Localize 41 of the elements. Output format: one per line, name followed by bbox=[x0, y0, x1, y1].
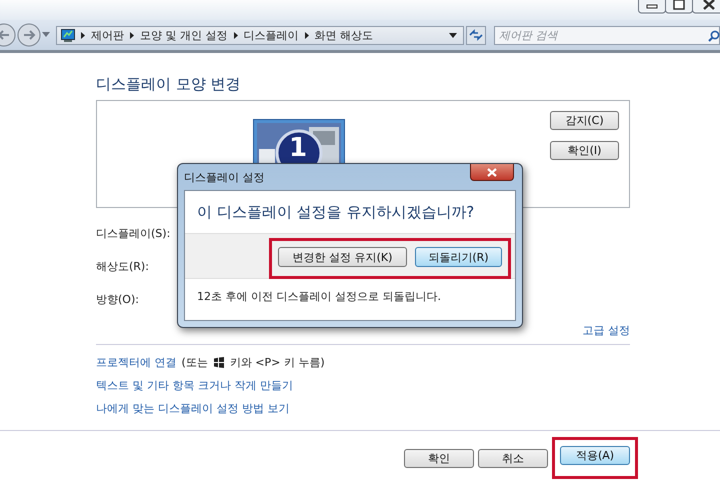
refresh-button[interactable] bbox=[466, 26, 486, 44]
breadcrumb-item[interactable]: 모양 및 개인 설정 bbox=[140, 28, 228, 42]
windows-logo-icon bbox=[212, 357, 225, 368]
close-icon bbox=[487, 168, 497, 176]
footer-button[interactable]: 적용(A) bbox=[560, 446, 630, 465]
preview-button[interactable]: 확인(I) bbox=[550, 141, 619, 160]
chevron-icon bbox=[81, 32, 85, 38]
chevron-icon bbox=[304, 32, 308, 38]
breadcrumb-item[interactable]: 화면 해상도 bbox=[314, 28, 373, 42]
note-text: 키와 <P> 키 누름) bbox=[230, 355, 325, 370]
footer-button[interactable]: 취소 bbox=[478, 448, 548, 468]
field-label: 해상도(R): bbox=[96, 259, 149, 274]
dialog-button[interactable]: 되돌리기(R) bbox=[415, 247, 502, 267]
search-icon[interactable] bbox=[708, 30, 720, 42]
field-label: 디스플레이(S): bbox=[96, 226, 170, 241]
breadcrumb-item[interactable]: 디스플레이 bbox=[244, 28, 298, 42]
countdown-text: 12초 후에 이전 디스플레이 설정으로 되돌립니다. bbox=[196, 289, 442, 304]
chevron-icon bbox=[234, 32, 238, 38]
preview-button[interactable]: 감지(C) bbox=[550, 111, 619, 130]
minimize-icon[interactable] bbox=[638, 0, 666, 14]
dialog-message: 이 디스플레이 설정을 유지하시겠습니까? bbox=[196, 202, 476, 223]
maximize-icon[interactable] bbox=[665, 0, 693, 14]
field-label: 방향(O): bbox=[96, 292, 139, 307]
monitor-number: 1 bbox=[289, 135, 308, 161]
chevron-icon bbox=[130, 32, 134, 38]
settings-link[interactable]: 나에게 맞는 디스플레이 설정 방법 보기 bbox=[96, 401, 290, 416]
projector-link[interactable]: 프로젝터에 연결 bbox=[96, 355, 176, 370]
advanced-settings-link[interactable]: 고급 설정 bbox=[582, 323, 630, 338]
breadcrumb-item[interactable]: 제어판 bbox=[91, 28, 124, 42]
forward-icon[interactable] bbox=[17, 23, 41, 47]
search-field[interactable]: 제어판 검색 bbox=[494, 26, 720, 44]
control-panel-icon bbox=[61, 28, 75, 42]
close-icon[interactable] bbox=[692, 0, 720, 14]
dropdown-icon[interactable] bbox=[449, 32, 459, 38]
address-bar[interactable]: 제어판 모양 및 개인 설정 디스플레이 화면 해상도 bbox=[56, 26, 464, 44]
dialog-button[interactable]: 변경한 설정 유지(K) bbox=[278, 247, 407, 267]
note-text: (또는 bbox=[182, 355, 208, 370]
footer-button[interactable]: 확인 bbox=[404, 448, 474, 468]
page-heading: 디스플레이 모양 변경 bbox=[96, 75, 242, 95]
close-button[interactable] bbox=[470, 164, 514, 181]
settings-link[interactable]: 텍스트 및 기타 항목 크거나 작게 만들기 bbox=[96, 378, 293, 393]
